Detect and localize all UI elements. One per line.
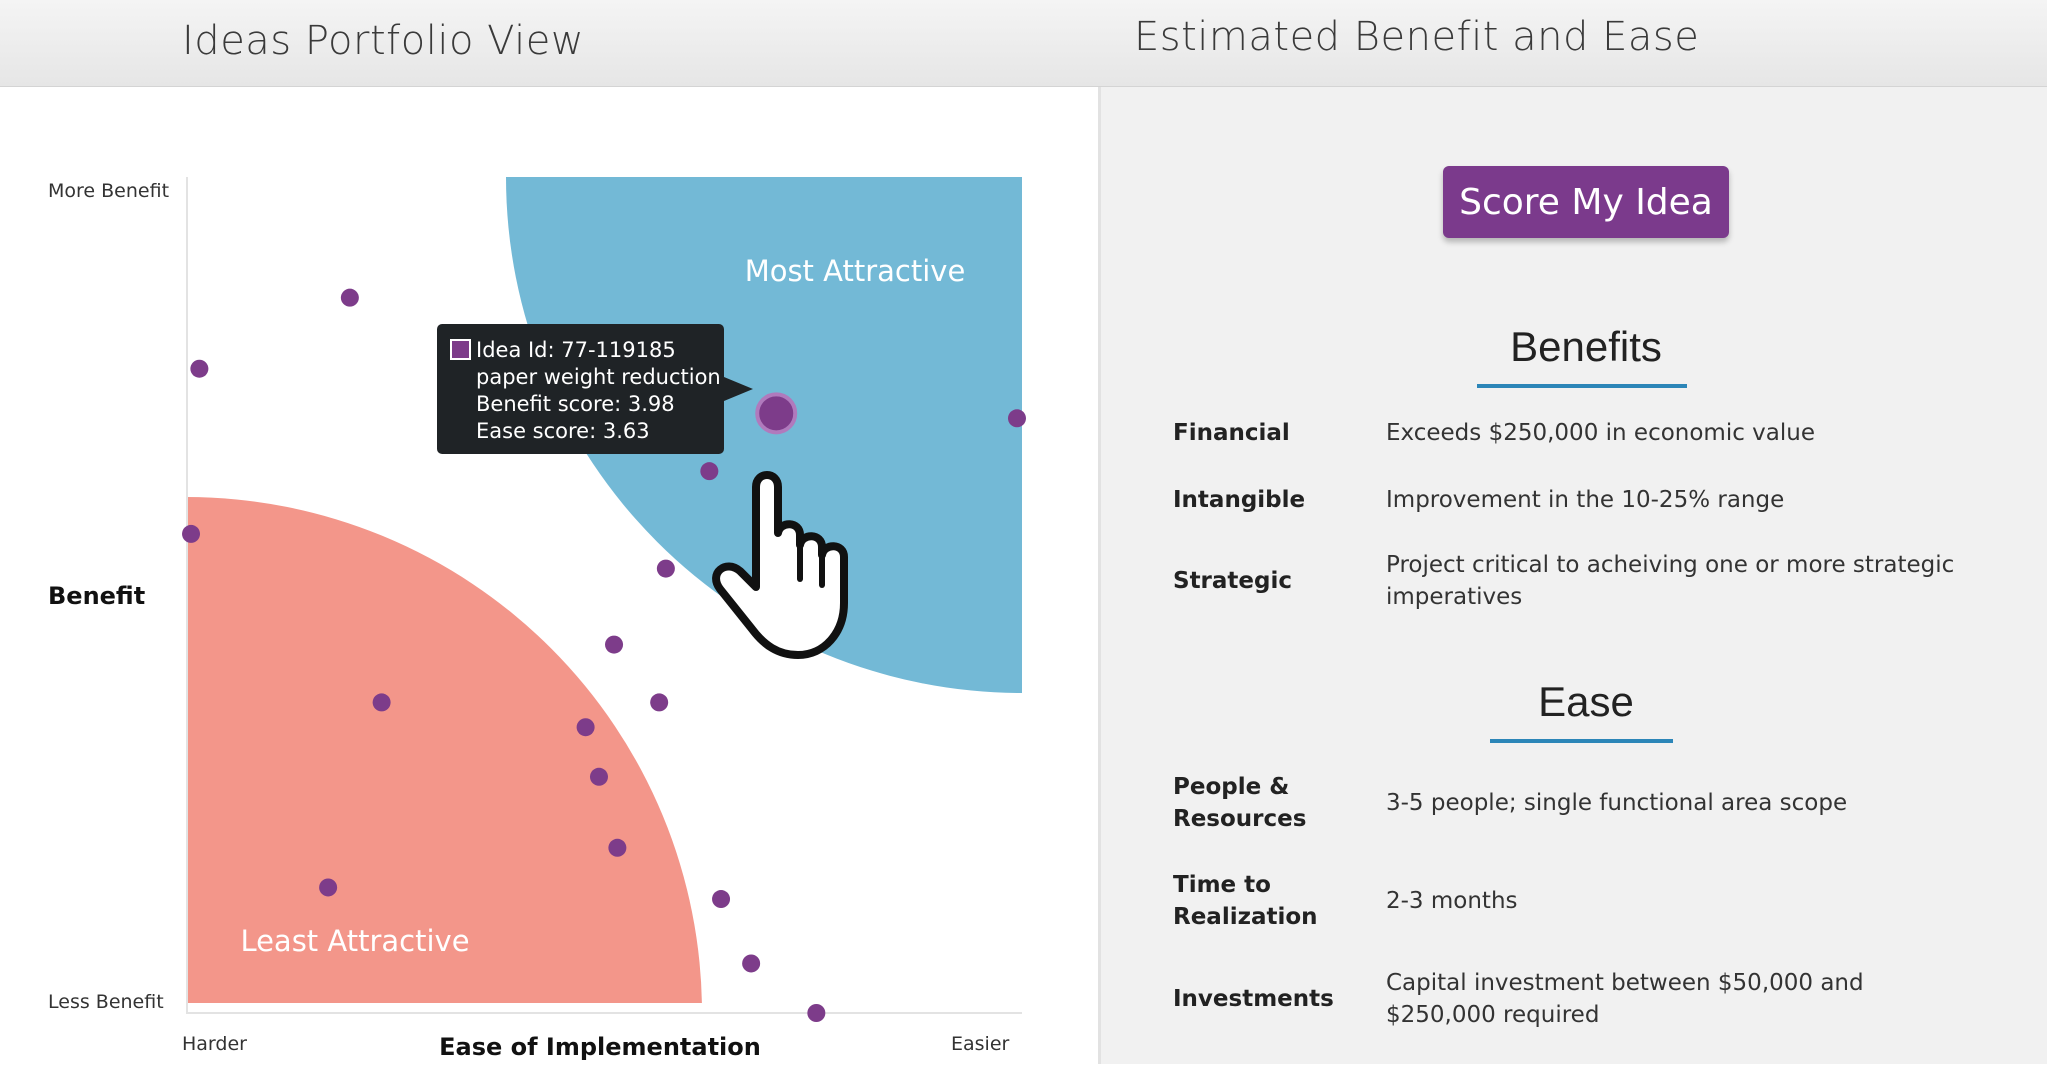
- tooltip-benefit-score: Benefit score: 3.98: [476, 392, 675, 416]
- data-point[interactable]: [712, 890, 731, 909]
- benefit-label-intangible: Intangible: [1173, 487, 1306, 513]
- header-bar: Ideas Portfolio View Estimated Benefit a…: [0, 0, 2047, 87]
- ease-underline: [1490, 739, 1673, 743]
- most-attractive-label: Most Attractive: [745, 254, 966, 288]
- benefits-heading: Benefits: [1510, 323, 1662, 370]
- idea-tooltip: Idea Id: 77-119185 paper weight reductio…: [437, 324, 753, 454]
- score-my-idea-button[interactable]: Score My Idea: [1443, 166, 1729, 238]
- tooltip-idea-title: paper weight reduction: [476, 365, 721, 389]
- x-right-label: Easier: [951, 1033, 1010, 1055]
- series-swatch-icon: [450, 339, 471, 360]
- tooltip-ease-score: Ease score: 3.63: [476, 419, 650, 443]
- data-point[interactable]: [742, 954, 761, 973]
- data-point[interactable]: [1007, 409, 1026, 428]
- ease-heading: Ease: [1538, 678, 1634, 725]
- y-bottom-label: Less Benefit: [48, 991, 164, 1013]
- data-point[interactable]: [372, 693, 391, 712]
- benefit-label-strategic: Strategic: [1173, 568, 1292, 594]
- ease-label-people-resources: People & Resources: [1173, 774, 1307, 832]
- benefit-value-financial: Exceeds $250,000 in economic value: [1386, 420, 1816, 446]
- x-axis-title: Ease of Implementation: [439, 1033, 761, 1061]
- data-point[interactable]: [700, 462, 719, 481]
- ease-value-people-resources: 3-5 people; single functional area scope: [1386, 790, 1848, 816]
- benefit-label-financial: Financial: [1173, 420, 1290, 446]
- data-point[interactable]: [650, 693, 669, 712]
- data-point[interactable]: [608, 838, 627, 857]
- y-top-label: More Benefit: [48, 180, 169, 202]
- data-point[interactable]: [182, 524, 201, 543]
- tooltip-idea-id: Idea Id: 77-119185: [476, 338, 676, 362]
- ease-value-investments: Capital investment between $50,000 and $…: [1386, 970, 1864, 1028]
- data-point[interactable]: [190, 359, 209, 378]
- data-point[interactable]: [319, 878, 338, 897]
- ease-label-investments: Investments: [1173, 986, 1334, 1012]
- benefits-underline: [1477, 384, 1687, 388]
- data-point[interactable]: [340, 288, 359, 307]
- benefit-value-intangible: Improvement in the 10-25% range: [1386, 487, 1785, 513]
- data-point[interactable]: [589, 767, 608, 786]
- data-point[interactable]: [807, 1004, 826, 1022]
- data-point-highlighted[interactable]: [755, 392, 798, 435]
- score-panel: Score My Idea Benefits Financial Exceeds…: [1098, 87, 2047, 1064]
- ease-value-time-to-realization: 2-3 months: [1386, 888, 1518, 914]
- least-attractive-label: Least Attractive: [240, 924, 469, 958]
- benefit-value-strategic: Project critical to acheiving one or mor…: [1386, 552, 1955, 610]
- x-left-label: Harder: [182, 1033, 247, 1055]
- y-axis-title: Benefit: [48, 582, 145, 610]
- portfolio-chart-panel: Most Attractive Least Attractive More Be…: [0, 87, 1097, 1064]
- benefit-ease-title: Estimated Benefit and Ease: [1134, 14, 1700, 60]
- ease-label-time-to-realization: Time to Realization: [1173, 872, 1318, 930]
- data-point[interactable]: [656, 559, 675, 578]
- portfolio-view-title: Ideas Portfolio View: [182, 18, 585, 64]
- data-point[interactable]: [576, 718, 595, 737]
- data-point[interactable]: [605, 635, 624, 654]
- portfolio-scatter-chart: Most Attractive Least Attractive More Be…: [48, 177, 1026, 1061]
